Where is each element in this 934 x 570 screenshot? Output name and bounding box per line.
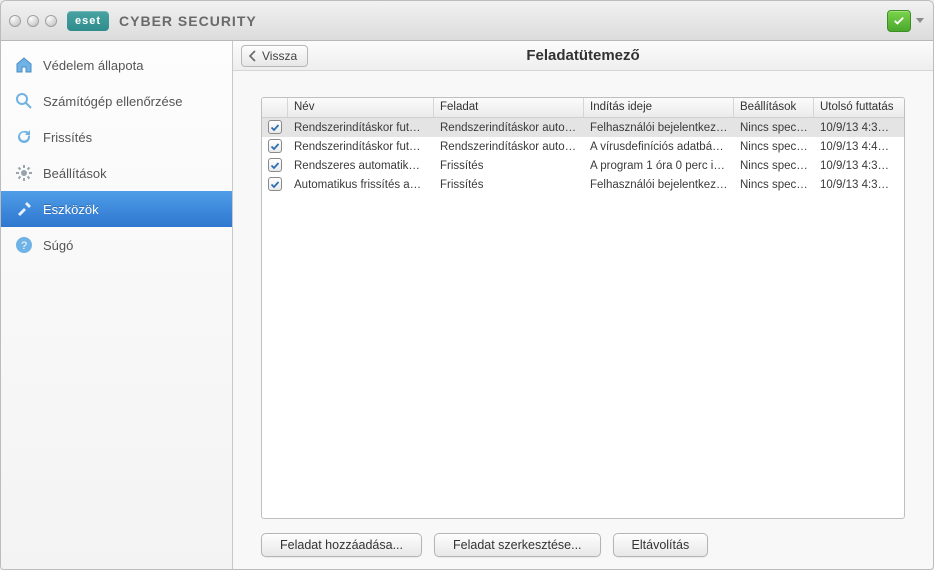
table-row[interactable]: Rendszerindításkor fut…Rendszerindításko… — [262, 118, 904, 137]
svg-text:?: ? — [21, 240, 27, 252]
app-window: eset CYBER SECURITY Védelem állapota — [0, 0, 934, 570]
cell-settings: Nincs speci… — [734, 122, 814, 134]
cell-start: Felhasználói bejelentkez… — [584, 122, 734, 134]
back-button[interactable]: Vissza — [241, 45, 308, 67]
sidebar-item-label: Beállítások — [43, 166, 107, 181]
table-body: Rendszerindításkor fut…Rendszerindításko… — [262, 118, 904, 518]
main-panel: Vissza Feladatütemező Név Feladat Indítá… — [233, 41, 933, 569]
help-icon: ? — [15, 236, 33, 254]
content-area: Név Feladat Indítás ideje Beállítások Ut… — [233, 71, 933, 569]
home-icon — [15, 56, 33, 74]
sidebar-item-label: Eszközök — [43, 202, 99, 217]
sidebar-item-label: Számítógép ellenőrzése — [43, 94, 182, 109]
cell-last-run: 10/9/13 4:4… — [814, 141, 904, 153]
cell-task: Frissítés — [434, 179, 584, 191]
cell-last-run: 10/9/13 4:3… — [814, 122, 904, 134]
cell-last-run: 10/9/13 4:3… — [814, 179, 904, 191]
row-checkbox[interactable] — [268, 177, 282, 191]
chevron-left-icon — [246, 49, 260, 63]
cell-name: Rendszerindításkor fut… — [288, 141, 434, 153]
cell-start: A program 1 óra 0 perc i… — [584, 160, 734, 172]
cell-settings: Nincs speci… — [734, 160, 814, 172]
app-title: CYBER SECURITY — [119, 13, 257, 29]
zoom-window-button[interactable] — [45, 15, 57, 27]
row-checkbox[interactable] — [268, 139, 282, 153]
remove-task-button[interactable]: Eltávolítás — [613, 533, 709, 557]
scheduler-table: Név Feladat Indítás ideje Beállítások Ut… — [261, 97, 905, 519]
cell-name: Rendszerindításkor fut… — [288, 122, 434, 134]
table-row[interactable]: Automatikus frissítés a…FrissítésFelhasz… — [262, 175, 904, 194]
sidebar-item-protection[interactable]: Védelem állapota — [1, 47, 232, 83]
cell-task: Rendszerindításkor auto… — [434, 141, 584, 153]
cell-start: Felhasználói bejelentkez… — [584, 179, 734, 191]
edit-task-button[interactable]: Feladat szerkesztése... — [434, 533, 601, 557]
column-name[interactable]: Név — [288, 98, 434, 117]
column-settings[interactable]: Beállítások — [734, 98, 814, 117]
gear-icon — [15, 164, 33, 182]
brand-badge: eset — [67, 11, 109, 31]
minimize-window-button[interactable] — [27, 15, 39, 27]
main-header: Vissza Feladatütemező — [233, 41, 933, 71]
status-ok-icon[interactable] — [887, 10, 911, 32]
add-task-button[interactable]: Feladat hozzáadása... — [261, 533, 422, 557]
cell-last-run: 10/9/13 4:3… — [814, 160, 904, 172]
sidebar: Védelem állapota Számítógép ellenőrzése … — [1, 41, 233, 569]
cell-name: Rendszeres automatik… — [288, 160, 434, 172]
table-row[interactable]: Rendszerindításkor fut…Rendszerindításko… — [262, 137, 904, 156]
tools-icon — [15, 200, 33, 218]
sidebar-item-label: Súgó — [43, 238, 73, 253]
cell-settings: Nincs speci… — [734, 179, 814, 191]
titlebar: eset CYBER SECURITY — [1, 1, 933, 41]
sidebar-item-settings[interactable]: Beállítások — [1, 155, 232, 191]
cell-settings: Nincs speci… — [734, 141, 814, 153]
column-last-run[interactable]: Utolsó futtatás — [814, 98, 904, 117]
row-checkbox[interactable] — [268, 120, 282, 134]
sidebar-item-label: Frissítés — [43, 130, 92, 145]
table-row[interactable]: Rendszeres automatik…FrissítésA program … — [262, 156, 904, 175]
footer-buttons: Feladat hozzáadása... Feladat szerkeszté… — [261, 519, 905, 557]
sidebar-item-scan[interactable]: Számítógép ellenőrzése — [1, 83, 232, 119]
status-area — [887, 10, 925, 32]
column-start[interactable]: Indítás ideje — [584, 98, 734, 117]
cell-task: Frissítés — [434, 160, 584, 172]
sidebar-item-help[interactable]: ? Súgó — [1, 227, 232, 263]
page-title: Feladatütemező — [526, 47, 639, 64]
cell-name: Automatikus frissítés a… — [288, 179, 434, 191]
close-window-button[interactable] — [9, 15, 21, 27]
sidebar-item-update[interactable]: Frissítés — [1, 119, 232, 155]
table-header: Név Feladat Indítás ideje Beállítások Ut… — [262, 98, 904, 118]
window-controls — [9, 15, 57, 27]
refresh-icon — [15, 128, 33, 146]
column-task[interactable]: Feladat — [434, 98, 584, 117]
status-menu-caret-icon[interactable] — [915, 13, 925, 28]
row-checkbox[interactable] — [268, 158, 282, 172]
sidebar-item-label: Védelem állapota — [43, 58, 143, 73]
cell-task: Rendszerindításkor auto… — [434, 122, 584, 134]
back-button-label: Vissza — [262, 49, 297, 63]
sidebar-item-tools[interactable]: Eszközök — [1, 191, 232, 227]
search-icon — [15, 92, 33, 110]
column-checkbox[interactable] — [262, 98, 288, 117]
cell-start: A vírusdefiníciós adatbá… — [584, 141, 734, 153]
